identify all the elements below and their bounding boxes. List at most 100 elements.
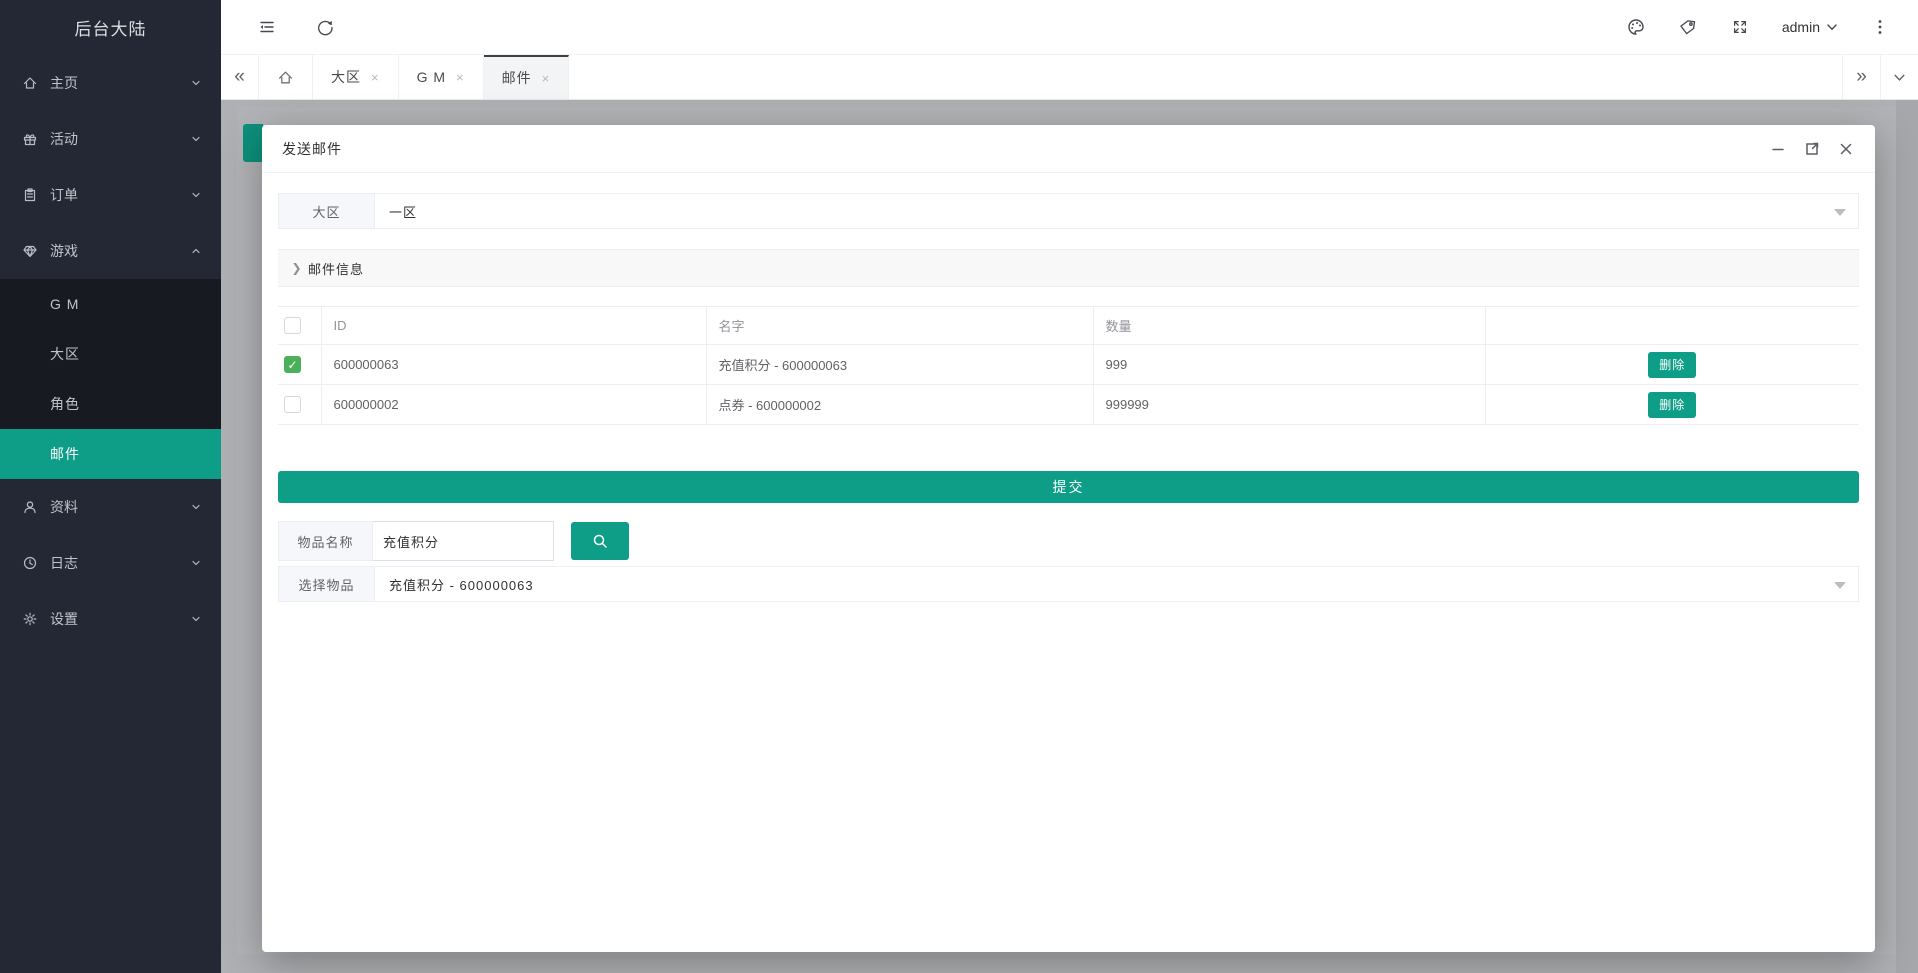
- chevron-down-icon: [191, 190, 201, 200]
- chevron-down-icon: [191, 502, 201, 512]
- sidebar-item-role[interactable]: 角色: [0, 379, 221, 429]
- select-item-label: 选择物品: [279, 567, 375, 601]
- refresh-icon[interactable]: [315, 17, 335, 37]
- menu-fold-icon[interactable]: [257, 17, 277, 37]
- tab-label: 大区: [331, 67, 361, 87]
- delete-button[interactable]: 删除: [1648, 392, 1696, 418]
- sidebar-item-label: 游戏: [50, 241, 191, 261]
- cell-name: 点券 - 600000002: [706, 385, 1093, 425]
- tag-icon[interactable]: [1678, 17, 1698, 37]
- sidebar-item-game[interactable]: 游戏: [0, 223, 221, 279]
- username: admin: [1782, 19, 1820, 35]
- cell-name: 充值积分 - 600000063: [706, 345, 1093, 385]
- section-title: 邮件信息: [308, 259, 364, 278]
- search-icon: [591, 532, 609, 550]
- tabs-menu-button[interactable]: [1880, 55, 1918, 99]
- mail-info-section-header[interactable]: ❯ 邮件信息: [278, 249, 1859, 287]
- search-button[interactable]: [571, 522, 629, 560]
- minimize-icon[interactable]: [1769, 140, 1787, 158]
- item-name-input[interactable]: [373, 521, 554, 561]
- chevron-down-icon: [1893, 71, 1906, 84]
- tabs-scroll-right-button[interactable]: »: [1842, 55, 1880, 99]
- row-checkbox[interactable]: ✓: [284, 396, 301, 413]
- dialog-header: 发送邮件: [262, 125, 1875, 173]
- column-header-qty: 数量: [1093, 307, 1485, 345]
- tabbar-spacer: [569, 55, 1842, 99]
- tabs-scroll-left-button[interactable]: «: [221, 55, 259, 99]
- sidebar-item-label: 日志: [50, 553, 191, 573]
- user-menu[interactable]: admin: [1782, 19, 1838, 35]
- fullscreen-icon[interactable]: [1730, 17, 1750, 37]
- table-row: ✓ 600000002 点券 - 600000002 999999 删除: [278, 385, 1859, 425]
- cell-qty: 999: [1093, 345, 1485, 385]
- sidebar-item-profile[interactable]: 资料: [0, 479, 221, 535]
- sidebar-item-activity[interactable]: 活动: [0, 111, 221, 167]
- background-send-mail-button: [243, 124, 263, 162]
- cell-id: 600000002: [321, 385, 706, 425]
- tab-region[interactable]: 大区 ×: [313, 55, 399, 99]
- sidebar-item-region[interactable]: 大区: [0, 329, 221, 379]
- background-scrollbar: [1896, 100, 1918, 973]
- dialog-title: 发送邮件: [282, 139, 342, 159]
- chevron-up-icon: [191, 246, 201, 256]
- sidebar-subitem-label: G M: [50, 296, 79, 312]
- sidebar: 后台大陆 主页 活动 订单 游戏: [0, 0, 221, 973]
- app-window: 后台大陆 主页 活动 订单 游戏: [0, 0, 1918, 973]
- sidebar-item-gm[interactable]: G M: [0, 279, 221, 329]
- chevron-down-icon: [191, 614, 201, 624]
- column-header-name: 名字: [706, 307, 1093, 345]
- tab-label: G M: [417, 69, 446, 85]
- sidebar-item-mail[interactable]: 邮件: [0, 429, 221, 479]
- item-search-row: 物品名称: [278, 521, 1859, 561]
- row-checkbox[interactable]: ✓: [284, 356, 301, 373]
- sidebar-item-logs[interactable]: 日志: [0, 535, 221, 591]
- cell-id: 600000063: [321, 345, 706, 385]
- clock-icon: [22, 555, 38, 571]
- sidebar-item-settings[interactable]: 设置: [0, 591, 221, 647]
- chevron-down-icon: [191, 558, 201, 568]
- sidebar-item-label: 活动: [50, 129, 191, 149]
- gem-icon: [22, 243, 38, 259]
- sidebar-subitem-label: 角色: [50, 394, 80, 414]
- close-tab-icon[interactable]: ×: [542, 71, 551, 86]
- home-icon: [22, 75, 38, 91]
- select-item-dropdown[interactable]: 选择物品 充值积分 - 600000063: [278, 566, 1859, 602]
- tab-label: 邮件: [502, 68, 532, 88]
- tab-home[interactable]: [259, 55, 313, 99]
- user-icon: [22, 499, 38, 515]
- region-select[interactable]: 大区 一区: [278, 193, 1859, 229]
- topbar: admin: [221, 0, 1918, 55]
- sidebar-item-orders[interactable]: 订单: [0, 167, 221, 223]
- gift-icon: [22, 131, 38, 147]
- close-tab-icon[interactable]: ×: [456, 70, 465, 85]
- maximize-icon[interactable]: [1803, 140, 1821, 158]
- chevron-down-icon: [1826, 21, 1838, 33]
- send-mail-dialog: 发送邮件 大区 一区 ❯: [262, 125, 1875, 952]
- chevron-down-icon: [191, 134, 201, 144]
- close-icon[interactable]: [1837, 140, 1855, 158]
- delete-button[interactable]: 删除: [1648, 352, 1696, 378]
- dropdown-caret-icon: [1834, 582, 1846, 589]
- tab-gm[interactable]: G M ×: [399, 55, 484, 99]
- mail-items-table: ✓ ID 名字 数量 ✓ 600000063 充值积分 - 600000063 …: [278, 306, 1859, 425]
- dropdown-caret-icon: [1834, 209, 1846, 216]
- sidebar-item-label: 设置: [50, 609, 191, 629]
- tab-mail[interactable]: 邮件 ×: [484, 55, 570, 99]
- chevron-right-icon: ❯: [286, 261, 308, 275]
- cell-qty: 999999: [1093, 385, 1485, 425]
- sidebar-subitem-label: 大区: [50, 344, 80, 364]
- submit-button[interactable]: 提交: [278, 471, 1859, 503]
- theme-palette-icon[interactable]: [1626, 17, 1646, 37]
- table-header-row: ✓ ID 名字 数量: [278, 307, 1859, 345]
- table-row: ✓ 600000063 充值积分 - 600000063 999 删除: [278, 345, 1859, 385]
- sidebar-subitem-label: 邮件: [50, 444, 80, 464]
- close-tab-icon[interactable]: ×: [371, 70, 380, 85]
- more-options-icon[interactable]: [1870, 17, 1890, 37]
- region-value: 一区: [375, 202, 417, 221]
- double-chevron-right-icon: »: [1856, 66, 1867, 88]
- app-title: 后台大陆: [0, 0, 221, 55]
- order-icon: [22, 187, 38, 203]
- home-icon: [277, 69, 294, 86]
- select-all-checkbox[interactable]: ✓: [284, 317, 301, 334]
- sidebar-item-home[interactable]: 主页: [0, 55, 221, 111]
